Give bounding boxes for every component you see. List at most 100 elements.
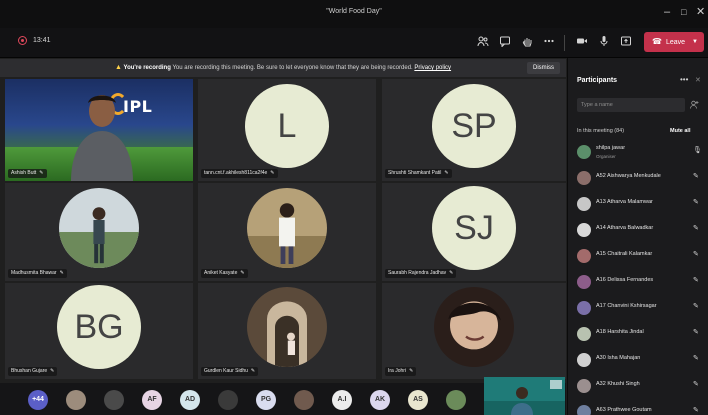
profile-photo bbox=[434, 287, 514, 367]
participant-list-item[interactable]: A15 Chaitrali Kalamkar ✎ bbox=[577, 248, 707, 264]
mic-muted-icon: ✎ bbox=[270, 170, 275, 176]
close-window-icon[interactable]: ✕ bbox=[696, 6, 705, 18]
participant-name: A32 Khushi Singh bbox=[596, 381, 640, 387]
in-meeting-count: In this meeting (84) bbox=[577, 128, 625, 134]
avatar[interactable] bbox=[104, 390, 124, 410]
more-options-icon[interactable] bbox=[542, 35, 556, 49]
participant-name-label: Bhushan Gujare ✎ bbox=[8, 367, 58, 376]
share-screen-icon[interactable] bbox=[619, 35, 633, 49]
chevron-down-icon[interactable]: ▼ bbox=[692, 32, 698, 52]
avatar[interactable]: AF bbox=[142, 390, 162, 410]
participants-title: Participants bbox=[577, 77, 618, 84]
maximize-icon[interactable]: □ bbox=[681, 6, 686, 18]
meeting-toolbar: 13:41 ☎ Leave ▼ bbox=[0, 28, 708, 58]
participant-name: A18 Harshita Jindal bbox=[596, 329, 644, 335]
avatar bbox=[577, 223, 591, 237]
recording-banner-text: You are recording this meeting. Be sure … bbox=[172, 65, 413, 71]
recording-banner: ▲ You're recording You are recording thi… bbox=[0, 59, 566, 77]
search-participants-input[interactable]: Type a name bbox=[577, 98, 685, 112]
mic-muted-icon[interactable]: ✎ bbox=[693, 250, 699, 258]
avatar[interactable]: AD bbox=[180, 390, 200, 410]
participant-name: A14 Atharva Balwadkar bbox=[596, 225, 654, 231]
participant-list-item[interactable]: A14 Atharva Balwadkar ✎ bbox=[577, 222, 707, 238]
video-tile[interactable]: Gurdlen Kaur Sidhu ✎ bbox=[198, 283, 376, 379]
avatar bbox=[577, 353, 591, 367]
avatar[interactable]: AS bbox=[408, 390, 428, 410]
self-video-preview[interactable] bbox=[484, 377, 565, 415]
video-tile[interactable]: SJ Saurabh Rajendra Jadhav ✎ bbox=[382, 183, 566, 281]
avatar bbox=[577, 405, 591, 415]
video-tile[interactable]: Madhusmita Bhawar ✎ bbox=[5, 183, 193, 281]
avatar[interactable] bbox=[294, 390, 314, 410]
phone-hangup-icon: ☎ bbox=[652, 37, 662, 46]
participant-name-label: tann.cnt.f.akhilesh811ca2f4e ✎ bbox=[201, 169, 278, 178]
video-tile[interactable]: SP Shrushti Shamkant Patil ✎ bbox=[382, 79, 566, 181]
mic-muted-icon: ✎ bbox=[449, 270, 454, 276]
video-tile[interactable]: Aniket Kasyate ✎ bbox=[198, 183, 376, 281]
mic-muted-icon: ✎ bbox=[59, 270, 64, 276]
participant-name-label: Saurabh Rajendra Jadhav ✎ bbox=[385, 269, 457, 278]
participant-list-item[interactable]: A63 Prathwee Goutam ✎ bbox=[577, 404, 707, 415]
participant-name-label: Ira Johri ✎ bbox=[385, 367, 417, 376]
participant-list-item[interactable]: shilpa jawar Organiser 🎙 bbox=[577, 144, 707, 160]
participant-list-item[interactable]: A17 Chanvini Kshirsagar ✎ bbox=[577, 300, 707, 316]
profile-photo bbox=[247, 287, 327, 367]
avatar[interactable]: A.I bbox=[332, 390, 352, 410]
video-tile[interactable]: IPL Ashish Butt ✎ bbox=[5, 79, 193, 181]
video-tile[interactable]: Ira Johri ✎ bbox=[382, 283, 566, 379]
video-tile[interactable]: Ltann.cnt.f.akhilesh811ca2f4e ✎ bbox=[198, 79, 376, 181]
mic-muted-icon[interactable]: ✎ bbox=[693, 198, 699, 206]
participant-list-item[interactable]: A32 Khushi Singh ✎ bbox=[577, 378, 707, 394]
mic-muted-icon[interactable]: ✎ bbox=[693, 328, 699, 336]
avatar[interactable]: PG bbox=[256, 390, 276, 410]
mic-muted-icon: ✎ bbox=[50, 368, 55, 374]
participants-icon[interactable] bbox=[476, 35, 490, 49]
video-tile[interactable]: BG Bhushan Gujare ✎ bbox=[5, 283, 193, 379]
camera-icon[interactable] bbox=[575, 35, 589, 49]
mic-muted-icon[interactable]: ✎ bbox=[693, 276, 699, 284]
mic-muted-icon[interactable]: ✎ bbox=[693, 406, 699, 414]
participant-name: A15 Chaitrali Kalamkar bbox=[596, 251, 653, 257]
dismiss-button[interactable]: Dismiss bbox=[527, 62, 560, 74]
participant-role: Organiser bbox=[596, 154, 616, 159]
participant-list-item[interactable]: A18 Harshita Jindal ✎ bbox=[577, 326, 707, 342]
panel-more-icon[interactable]: ••• bbox=[680, 75, 688, 84]
avatar bbox=[577, 379, 591, 393]
initials-avatar: BG bbox=[57, 285, 141, 369]
chat-icon[interactable] bbox=[498, 35, 512, 49]
avatar[interactable] bbox=[66, 390, 86, 410]
profile-photo bbox=[247, 188, 327, 268]
raise-hand-icon[interactable] bbox=[520, 35, 534, 49]
overflow-participants-strip: +44 AF AD PG A.I AK AS bbox=[0, 383, 566, 415]
participant-name-label: Aniket Kasyate ✎ bbox=[201, 269, 248, 278]
avatar[interactable] bbox=[218, 390, 238, 410]
mic-muted-icon[interactable]: ✎ bbox=[693, 302, 699, 310]
participant-list-item[interactable]: A13 Atharva Malamwar ✎ bbox=[577, 196, 707, 212]
privacy-policy-link[interactable]: Privacy policy bbox=[414, 65, 451, 71]
mic-muted-icon: ✎ bbox=[409, 368, 414, 374]
participant-name: A16 Delissa Fernandes bbox=[596, 277, 654, 283]
avatar[interactable]: AK bbox=[370, 390, 390, 410]
mute-all-button[interactable]: Mute all bbox=[670, 128, 690, 134]
mic-muted-icon[interactable]: ✎ bbox=[693, 354, 699, 362]
avatar[interactable] bbox=[446, 390, 466, 410]
mic-muted-icon[interactable]: ✎ bbox=[693, 380, 699, 388]
participant-name: A13 Atharva Malamwar bbox=[596, 199, 653, 205]
microphone-icon[interactable] bbox=[597, 35, 611, 49]
mic-muted-icon[interactable]: ✎ bbox=[693, 224, 699, 232]
mic-icon[interactable]: 🎙 bbox=[693, 146, 702, 154]
leave-button[interactable]: ☎ Leave ▼ bbox=[644, 32, 704, 52]
add-person-icon[interactable] bbox=[690, 100, 699, 111]
participant-name: A17 Chanvini Kshirsagar bbox=[596, 303, 657, 309]
minimize-icon[interactable]: – bbox=[664, 6, 670, 18]
mic-muted-icon: ✎ bbox=[39, 170, 44, 176]
participant-name-label: Madhusmita Bhawar ✎ bbox=[8, 269, 67, 278]
panel-close-icon[interactable]: ✕ bbox=[695, 76, 701, 84]
participant-name: shilpa jawar bbox=[596, 145, 626, 151]
participant-list-item[interactable]: A52 Aishwarya Menkudale ✎ bbox=[577, 170, 707, 186]
participant-list-item[interactable]: A16 Delissa Fernandes ✎ bbox=[577, 274, 707, 290]
more-participants-badge[interactable]: +44 bbox=[28, 390, 48, 410]
participant-list-item[interactable]: A30 Isha Mahajan ✎ bbox=[577, 352, 707, 368]
window-title: "World Food Day" bbox=[326, 8, 382, 15]
mic-muted-icon[interactable]: ✎ bbox=[693, 172, 699, 180]
